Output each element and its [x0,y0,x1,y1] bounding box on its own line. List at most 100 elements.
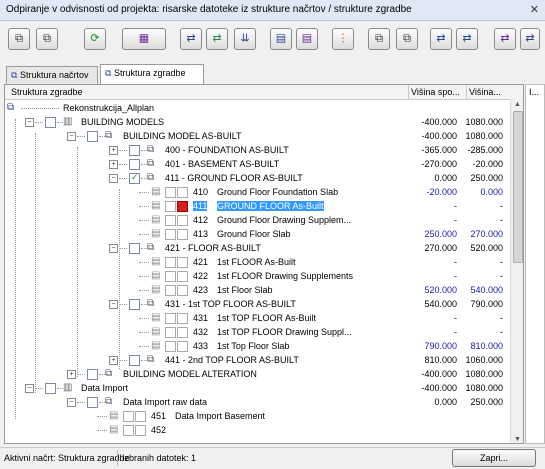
tree-node-row[interactable]: + ⧉ BUILDING MODEL ALTERATION -400.000 1080.… [5,367,509,381]
status-square[interactable] [165,285,176,296]
status-square[interactable] [165,313,176,324]
status-square[interactable] [165,341,176,352]
file-row[interactable]: ▤ 412 Ground Floor Drawing Supplem... - - [5,213,509,227]
toolbar-button-7[interactable]: ⇊ [234,28,256,50]
toolbar-button-5[interactable]: ⇄ [180,28,202,50]
status-square[interactable] [165,201,176,212]
status-square[interactable] [165,271,176,282]
selection-checkbox[interactable] [87,369,98,380]
file-row[interactable]: ▤ 410 Ground Floor Foundation Slab -20.000 0… [5,185,509,199]
file-row[interactable]: ▤ 452 [5,423,509,437]
collapse-icon[interactable]: − [109,174,118,183]
collapse-icon[interactable]: − [109,244,118,253]
selection-checkbox[interactable] [129,355,140,366]
selection-checkbox[interactable] [129,243,140,254]
collapse-icon[interactable]: − [67,398,76,407]
status-square[interactable] [177,229,188,240]
selection-checkbox[interactable] [129,172,140,184]
status-square[interactable] [177,341,188,352]
tab-plan-structure[interactable]: ⧉ Struktura načrtov [6,66,98,84]
file-row[interactable]: ▤ 421 1st FLOOR As-Built - - [5,255,509,269]
tab-building-structure[interactable]: ⧉ Struktura zgradbe [100,64,204,84]
status-square[interactable] [123,411,134,422]
file-row[interactable]: ▤ 413 Ground Floor Slab 250.000 270.000 [5,227,509,241]
status-square[interactable] [177,285,188,296]
status-square[interactable] [177,313,188,324]
column-height1[interactable]: Višina spo... [411,87,460,97]
toolbar-btn-11-icon: ⧉ [375,32,383,45]
column-name[interactable]: Struktura zgradbe [11,87,83,97]
selection-checkbox[interactable] [45,117,56,128]
toolbar-button-1[interactable]: ⧉ [8,28,30,50]
status-square[interactable] [165,187,176,198]
selection-checkbox[interactable] [87,397,98,408]
selection-checkbox[interactable] [87,131,98,142]
scroll-up-icon[interactable]: ▲ [514,101,521,108]
close-icon[interactable]: ✕ [530,3,539,16]
toolbar-button-11[interactable]: ⧉ [368,28,390,50]
toolbar-button-3[interactable]: ⟳ [84,28,106,50]
status-square[interactable] [165,257,176,268]
expand-icon[interactable]: + [67,370,76,379]
tree-node-row[interactable]: + ⧉ 400 - FOUNDATION AS-BUILT -365.000 -285.… [5,143,509,157]
file-row[interactable]: ▤ 451 Data Import Basement [5,409,509,423]
status-square[interactable] [177,187,188,198]
status-square[interactable] [177,327,188,338]
selection-checkbox[interactable] [129,145,140,156]
toolbar-button-2[interactable]: ⧉ [36,28,58,50]
scroll-down-icon[interactable]: ▼ [514,436,521,443]
file-row[interactable]: ▤ 431 1st TOP FLOOR As-Built - - [5,311,509,325]
expand-icon[interactable]: + [109,160,118,169]
expand-icon[interactable]: + [109,356,118,365]
tree-node-row[interactable]: − ▥ BUILDING MODELS -400.000 1080.000 [5,115,509,129]
node-label: 431 - 1st TOP FLOOR AS-BUILT [165,299,296,309]
toolbar-button-4[interactable]: ▦ [122,28,166,50]
collapse-icon[interactable]: − [25,118,34,127]
toolbar-button-8[interactable]: ▤ [270,28,292,50]
toolbar-button-9[interactable]: ▤ [296,28,318,50]
status-square[interactable] [165,327,176,338]
tree-node-row[interactable]: + ⧉ 441 - 2nd TOP FLOOR AS-BUILT 810.000 106… [5,353,509,367]
vertical-scrollbar[interactable]: ▲ ▼ [510,99,523,443]
toolbar-button-14[interactable]: ⇄ [456,28,478,50]
collapse-icon[interactable]: − [25,384,34,393]
tree-node-row[interactable]: − ▥ Data Import -400.000 1080.000 [5,381,509,395]
file-row[interactable]: ▤ 423 1st Floor Slab 520.000 540.000 [5,283,509,297]
collapse-icon[interactable]: − [109,300,118,309]
toolbar-button-6[interactable]: ⇄ [206,28,228,50]
status-square[interactable] [177,215,188,226]
toolbar-button-12[interactable]: ⧉ [396,28,418,50]
toolbar-button-15[interactable]: ⇄ [494,28,516,50]
file-row[interactable]: ▤ 432 1st TOP FLOOR Drawing Suppl... - - [5,325,509,339]
file-row[interactable]: ▤ 411 GROUND FLOOR As-Built - - [5,199,509,213]
toolbar-button-13[interactable]: ⇄ [430,28,452,50]
tree-node-row[interactable]: − ⧉ 431 - 1st TOP FLOOR AS-BUILT 540.000 790… [5,297,509,311]
tree-node-row[interactable]: − ⧉ Data Import raw data 0.000 250.000 [5,395,509,409]
status-square[interactable] [135,425,146,436]
status-square[interactable] [165,215,176,226]
status-square[interactable] [165,229,176,240]
root-row[interactable]: ⧉ Rekonstrukcija_Allplan [5,101,509,115]
scroll-thumb[interactable] [513,111,523,263]
collapse-icon[interactable]: − [67,132,76,141]
active-file-marker[interactable] [177,201,188,212]
tree-node-row[interactable]: − ⧉ 421 - FLOOR AS-BUILT 270.000 520.000 [5,241,509,255]
expand-icon[interactable]: + [109,146,118,155]
selection-checkbox[interactable] [129,159,140,170]
file-row[interactable]: ▤ 433 1st Top Floor Slab 790.000 810.000 [5,339,509,353]
tree-node-row[interactable]: − ⧉ BUILDING MODEL AS-BUILT -400.000 1080.00… [5,129,509,143]
status-square[interactable] [135,411,146,422]
tree-node-row[interactable]: + ⧉ 401 - BASEMENT AS-BUILT -270.000 -20.000 [5,157,509,171]
selection-checkbox[interactable] [45,383,56,394]
status-square[interactable] [123,425,134,436]
column-height2[interactable]: Višina... [469,87,501,97]
selection-checkbox[interactable] [129,299,140,310]
tree-node-row[interactable]: − ⧉ 411 - GROUND FLOOR AS-BUILT 0.000 250.00… [5,171,509,185]
status-square[interactable] [177,257,188,268]
close-button[interactable]: Zapri... [452,449,536,467]
height-to: - [500,201,503,211]
toolbar-button-16[interactable]: ⇄ [520,28,540,50]
file-row[interactable]: ▤ 422 1st FLOOR Drawing Supplements - - [5,269,509,283]
toolbar-button-10[interactable]: ⋮ [332,28,354,50]
status-square[interactable] [177,271,188,282]
